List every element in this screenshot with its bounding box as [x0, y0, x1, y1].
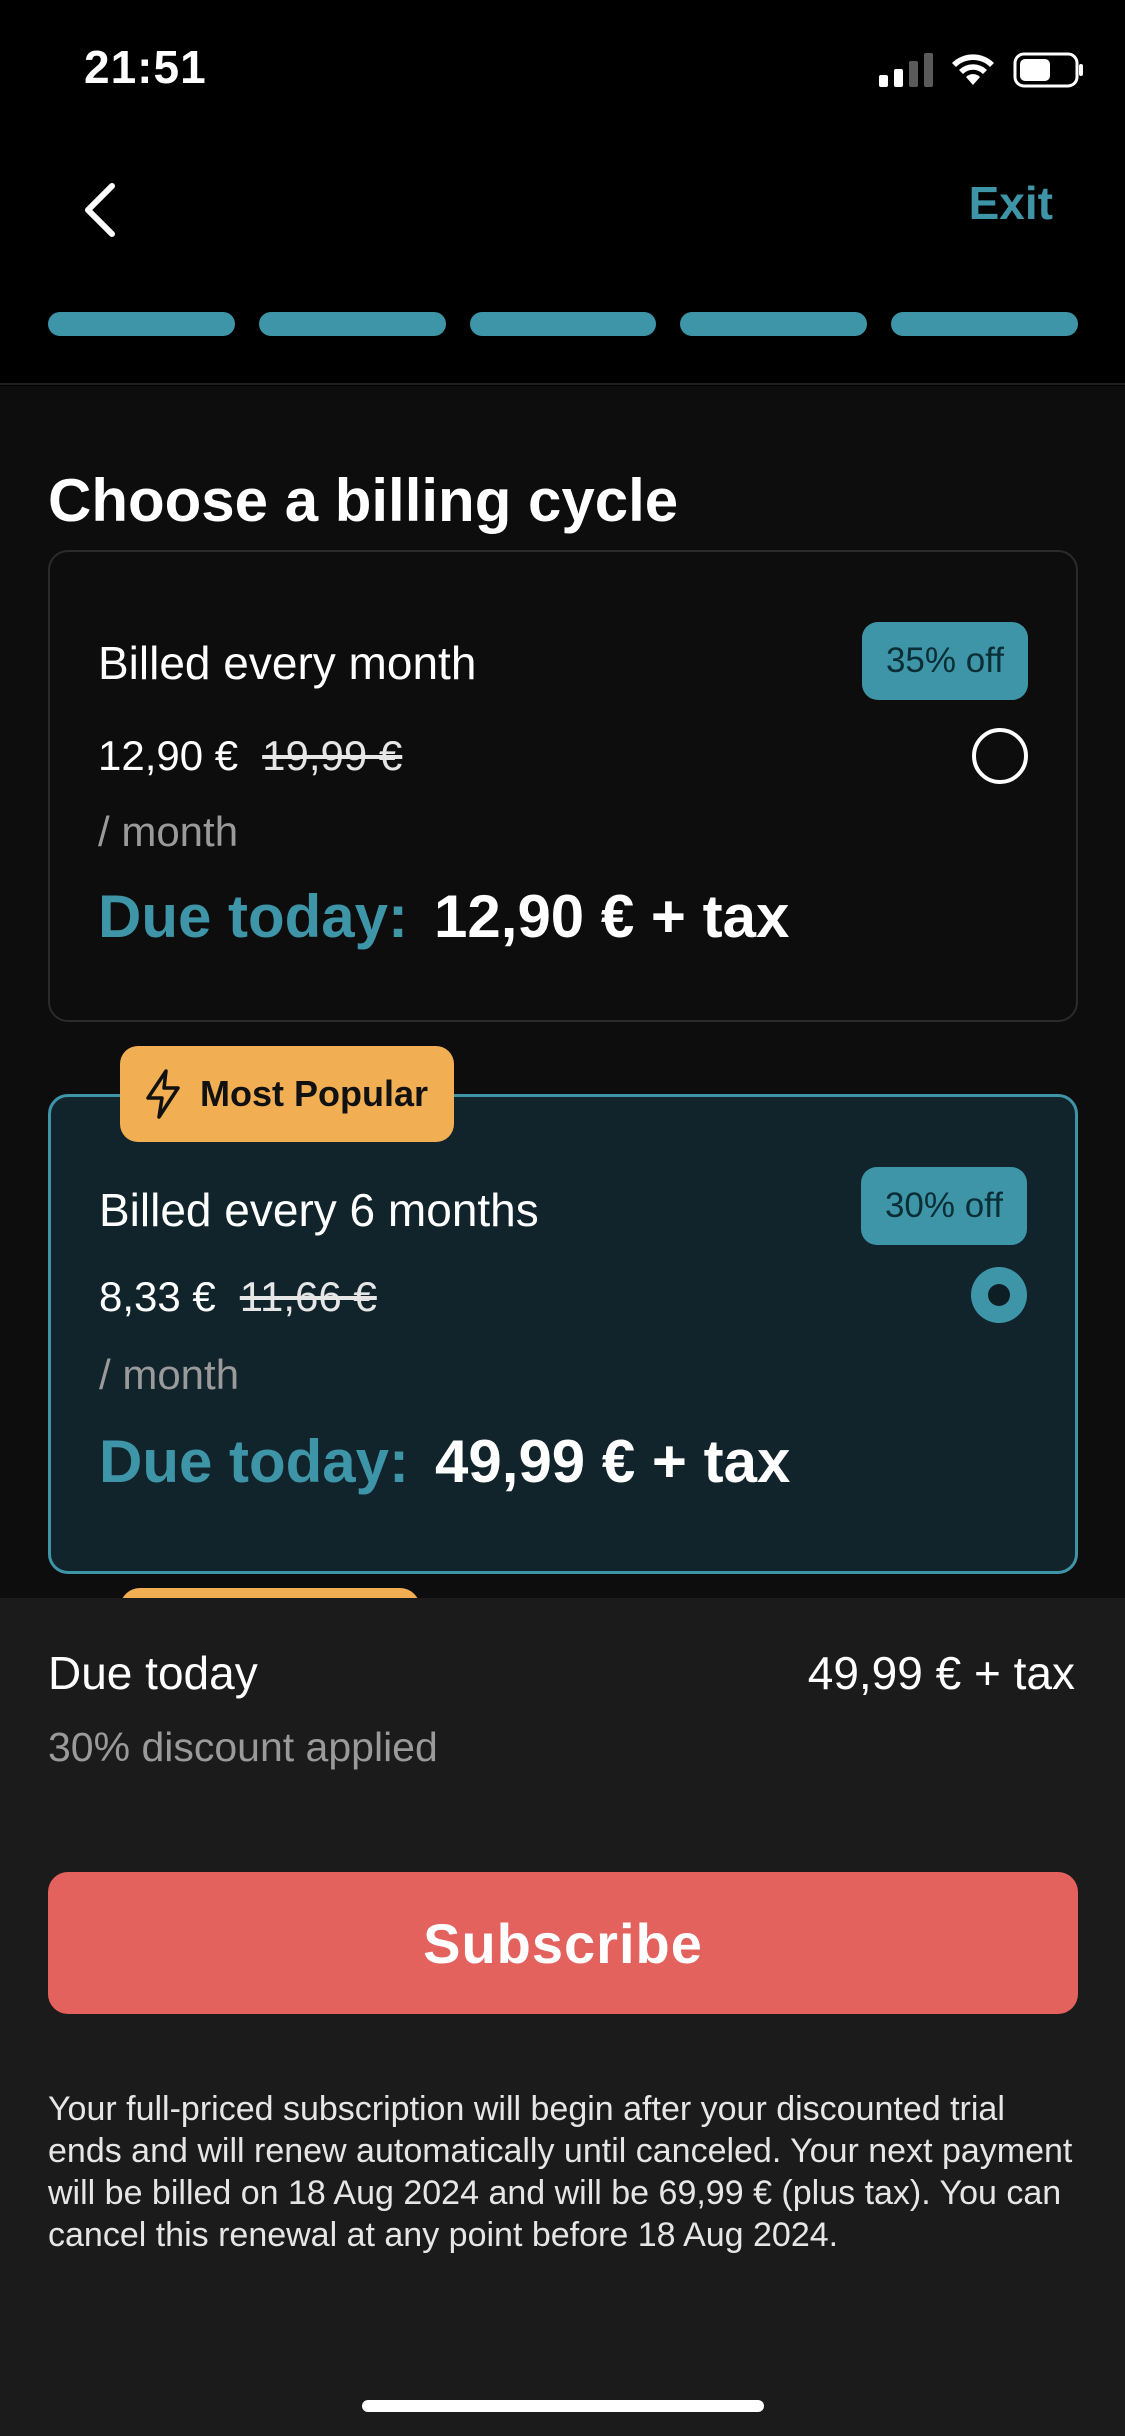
plan-card-6-months[interactable]: Billed every 6 months 30% off 8,33 € 11,… — [48, 1094, 1078, 1574]
plan-radio[interactable] — [972, 728, 1028, 784]
progress-segment — [48, 312, 235, 336]
plan-price: 12,90 € — [98, 732, 239, 779]
status-time: 21:51 — [84, 41, 207, 93]
price-row: 8,33 € 11,66 € — [99, 1273, 377, 1321]
back-button[interactable] — [70, 170, 130, 250]
due-today-row: Due today: 49,99 € + tax — [99, 1427, 790, 1496]
nav-header: Exit — [0, 140, 1125, 385]
due-today-amount: 12,90 € + tax — [434, 883, 790, 950]
status-bar: 21:51 — [0, 0, 1125, 140]
due-today-amount: 49,99 € + tax — [435, 1428, 791, 1495]
discount-badge: 35% off — [861, 622, 1028, 700]
progress-bar — [48, 312, 1078, 336]
plan-name: Billed every 6 months — [99, 1184, 539, 1236]
progress-segment — [258, 312, 446, 336]
plan-old-price: 19,99 € — [262, 732, 403, 779]
lightning-icon — [146, 1069, 180, 1119]
price-period: / month — [99, 1351, 240, 1398]
due-today-row: Due today: 12,90 € + tax — [98, 882, 789, 951]
due-today-label: Due today: — [99, 1428, 410, 1495]
exit-button[interactable]: Exit — [969, 176, 1053, 230]
plan-price: 8,33 € — [99, 1273, 216, 1320]
legal-text: Your full-priced subscription will begin… — [48, 2090, 1073, 2254]
subscribe-button[interactable]: Subscribe — [48, 1872, 1078, 2014]
plan-card-monthly[interactable]: Billed every month 35% off 12,90 € 19,99… — [48, 550, 1078, 1022]
discount-note: 30% discount applied — [48, 1724, 438, 1770]
main-content: Choose a billing cycle Billed every mont… — [0, 386, 1125, 1598]
progress-segment — [680, 312, 868, 336]
page-title: Choose a billing cycle — [48, 467, 679, 534]
due-today-label: Due today: — [98, 883, 409, 950]
footer-due-label: Due today — [48, 1647, 258, 1699]
progress-segment — [891, 312, 1078, 336]
price-row: 12,90 € 19,99 € — [98, 732, 402, 780]
most-popular-tag: Most Popular — [120, 1046, 455, 1142]
back-chevron-icon — [85, 183, 115, 237]
plan-name: Billed every month — [98, 637, 477, 689]
checkout-footer: Due today 49,99 € + tax 30% discount app… — [0, 1598, 1125, 2436]
progress-segment — [469, 312, 657, 336]
plan-tag-partial — [120, 1588, 420, 1598]
most-popular-label: Most Popular — [200, 1073, 429, 1114]
home-indicator[interactable] — [362, 2400, 764, 2412]
plan-old-price: 11,66 € — [239, 1273, 377, 1320]
discount-badge: 30% off — [860, 1167, 1027, 1245]
footer-due-amount: 49,99 € + tax — [807, 1647, 1075, 1699]
battery-icon — [1013, 52, 1083, 88]
signal-icon — [879, 53, 933, 87]
price-period: / month — [98, 808, 239, 855]
status-icons — [879, 52, 1085, 88]
wifi-icon — [952, 54, 994, 85]
plan-radio-selected[interactable] — [971, 1267, 1027, 1323]
